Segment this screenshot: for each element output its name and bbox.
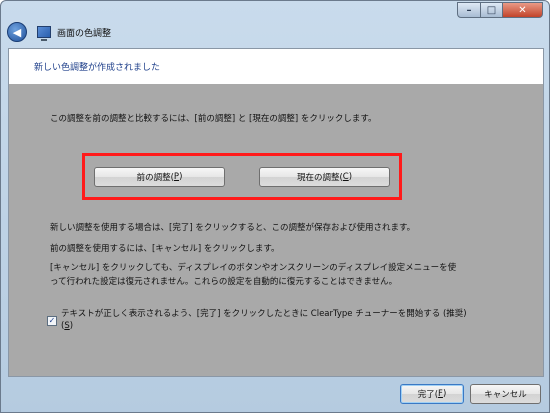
finish-button[interactable]: 完了(F) (400, 384, 464, 404)
cleartype-checkbox-label[interactable]: テキストが正しく表示されるよう、[完了] をクリックしたときに ClearTyp… (61, 308, 467, 332)
header-band: 新しい色調整が作成されました (9, 49, 543, 84)
cancel-note-text: 前の調整を使用するには、[キャンセル] をクリックします。 (50, 244, 280, 254)
minimize-button[interactable]: – (457, 2, 481, 18)
cancel-button[interactable]: キャンセル (470, 384, 541, 404)
maximize-button[interactable]: □ (481, 2, 503, 18)
dialog-window: – □ ✕ ◀ 画面の色調整 新しい色調整が作成されました この調整を前の調整と… (0, 0, 550, 413)
finish-note-text: 新しい調整を使用する場合は、[完了] をクリックすると、この調整が保存および使用… (50, 223, 416, 233)
page-heading: 新しい色調整が作成されました (34, 63, 161, 73)
instruction-text: この調整を前の調整と比較するには、[前の調整] と [現在の調整] をクリックし… (50, 114, 377, 124)
cleartype-option: ✓ テキストが正しく表示されるよう、[完了] をクリックしたときに ClearT… (47, 308, 467, 332)
warning-text-line2: って行われた設定は復元されません。これらの設定を自動的に復元することはできません… (50, 277, 398, 287)
window-title: 画面の色調整 (57, 28, 112, 39)
caption-buttons: – □ ✕ (457, 2, 543, 18)
display-monitor-icon (37, 26, 51, 41)
content-panel: 新しい色調整が作成されました この調整を前の調整と比較するには、[前の調整] と… (8, 48, 544, 377)
current-calibration-button[interactable]: 現在の調整(C) (259, 167, 390, 187)
warning-text-line1: [キャンセル] をクリックしても、ディスプレイのボタンやオンスクリーンのディスプ… (50, 263, 457, 273)
title-row: ◀ 画面の色調整 (7, 19, 111, 45)
close-button[interactable]: ✕ (503, 2, 543, 18)
checkmark-icon: ✓ (48, 316, 56, 325)
previous-calibration-button[interactable]: 前の調整(P) (94, 167, 225, 187)
back-arrow-icon: ◀ (12, 25, 22, 39)
back-button[interactable]: ◀ (7, 22, 27, 42)
cleartype-checkbox[interactable]: ✓ (47, 316, 57, 326)
